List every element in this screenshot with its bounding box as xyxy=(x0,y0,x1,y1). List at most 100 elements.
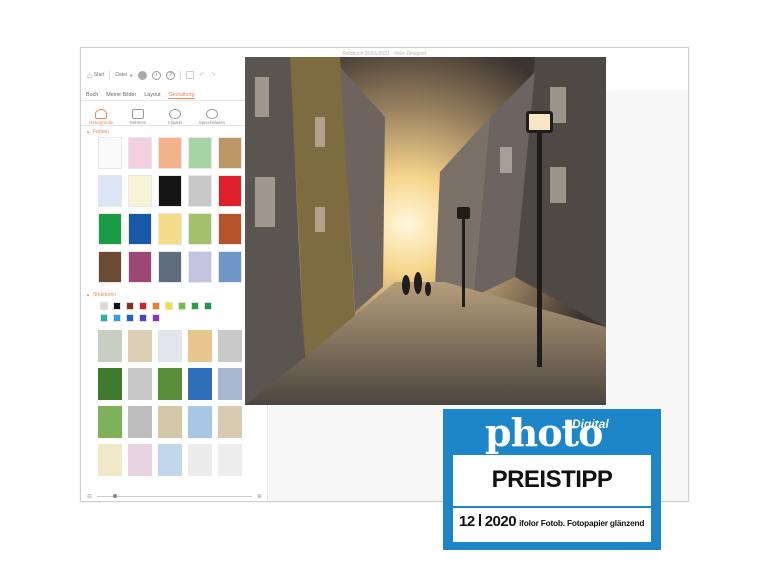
texture-swatch[interactable] xyxy=(128,444,152,476)
color-swatch[interactable] xyxy=(188,213,212,245)
page-icon[interactable] xyxy=(186,71,195,79)
badge-divider xyxy=(453,506,651,508)
pattern-color-dot[interactable] xyxy=(126,314,134,322)
tab-gestaltung[interactable]: Gestaltung xyxy=(168,92,195,99)
texture-swatch[interactable] xyxy=(128,330,152,362)
tab-buch[interactable]: Buch xyxy=(86,92,98,98)
color-swatch[interactable] xyxy=(158,251,182,283)
color-swatch[interactable] xyxy=(128,213,152,245)
texture-swatch[interactable] xyxy=(158,368,182,400)
pattern-color-dot[interactable] xyxy=(113,302,121,310)
tool-frames[interactable]: Rahmen xyxy=(124,109,152,125)
pattern-color-dot[interactable] xyxy=(100,314,108,322)
texture-swatch[interactable] xyxy=(98,406,122,438)
tool-label: Cliparts xyxy=(167,120,183,125)
color-swatch[interactable] xyxy=(128,137,152,169)
badge-issue-number: 12 xyxy=(459,513,475,530)
chevron-down-icon: ▲ xyxy=(86,129,90,134)
texture-swatch[interactable] xyxy=(158,444,182,476)
pattern-color-row xyxy=(81,312,267,324)
color-swatch[interactable] xyxy=(218,175,242,207)
tool-backgrounds[interactable]: Hintergründe xyxy=(87,109,115,125)
save-icon[interactable] xyxy=(138,70,148,80)
structures-section-label: Strukturen xyxy=(92,291,117,298)
texture-grid xyxy=(81,330,267,476)
color-swatch[interactable] xyxy=(158,137,182,169)
texture-swatch[interactable] xyxy=(158,406,182,438)
color-swatch[interactable] xyxy=(188,251,212,283)
color-swatch[interactable] xyxy=(98,175,122,207)
speech-bubble-icon xyxy=(206,109,218,119)
zoom-out-icon[interactable]: ⊖ xyxy=(87,493,92,500)
color-swatch[interactable] xyxy=(218,251,242,283)
texture-swatch[interactable] xyxy=(218,330,242,362)
texture-swatch[interactable] xyxy=(188,330,212,362)
design-tools: Hintergründe Rahmen Cliparts Sprechblase… xyxy=(81,101,267,126)
chevron-down-icon: ▼ xyxy=(129,72,134,78)
clipart-icon xyxy=(169,109,181,119)
pattern-color-dot[interactable] xyxy=(191,302,199,310)
color-swatch[interactable] xyxy=(218,137,242,169)
color-swatch[interactable] xyxy=(128,175,152,207)
color-swatch[interactable] xyxy=(98,137,122,169)
tool-speech-bubbles[interactable]: Sprechblasen xyxy=(198,109,226,125)
color-swatch[interactable] xyxy=(188,175,212,207)
redo-icon[interactable]: ↷ xyxy=(210,71,216,79)
pattern-color-dot[interactable] xyxy=(204,302,212,310)
badge-product-name: ifolor Fotob. Fotopapier glänzend xyxy=(519,518,645,528)
frame-icon xyxy=(132,109,144,119)
pattern-color-dot[interactable] xyxy=(178,302,186,310)
toolbar-divider xyxy=(109,70,111,80)
file-label: Datei xyxy=(115,72,128,78)
toolbar-divider xyxy=(180,70,182,80)
zoom-slider-knob[interactable] xyxy=(113,493,118,498)
pattern-color-dot[interactable] xyxy=(152,302,160,310)
tab-meine-bilder[interactable]: Meine Bilder xyxy=(106,92,136,98)
texture-swatch[interactable] xyxy=(128,368,152,400)
colors-section-header[interactable]: ▲ Farben xyxy=(81,126,267,137)
pattern-color-dot[interactable] xyxy=(139,302,147,310)
texture-swatch[interactable] xyxy=(158,330,182,362)
zoom-bar: ⊖ ⊕ xyxy=(81,489,268,501)
zoom-slider[interactable] xyxy=(97,493,252,498)
sidebar-tabs: Buch Meine Bilder Layout Gestaltung xyxy=(81,90,267,101)
texture-swatch[interactable] xyxy=(98,444,122,476)
color-swatch-grid xyxy=(81,137,267,283)
tool-label: Rahmen xyxy=(129,120,147,125)
pattern-color-dot[interactable] xyxy=(100,302,108,310)
structures-section-header[interactable]: ▲ Strukturen xyxy=(81,289,267,300)
texture-swatch[interactable] xyxy=(218,368,242,400)
texture-swatch[interactable] xyxy=(188,406,212,438)
zoom-in-icon[interactable]: ⊕ xyxy=(257,493,262,500)
pattern-color-dot[interactable] xyxy=(126,302,134,310)
screenshot-stage: Fotobuch 20/01/2021 - ifolor Designer ⌂ … xyxy=(0,0,770,577)
pattern-color-dot[interactable] xyxy=(139,314,147,322)
street-photo[interactable] xyxy=(245,57,606,405)
texture-swatch[interactable] xyxy=(188,368,212,400)
color-swatch[interactable] xyxy=(98,251,122,283)
pattern-color-dot[interactable] xyxy=(113,314,121,322)
pattern-color-dot[interactable] xyxy=(165,302,173,310)
texture-swatch[interactable] xyxy=(218,406,242,438)
colors-section-label: Farben xyxy=(92,128,109,135)
texture-swatch[interactable] xyxy=(188,444,212,476)
pattern-color-dot[interactable] xyxy=(152,314,160,322)
color-swatch[interactable] xyxy=(218,213,242,245)
texture-swatch[interactable] xyxy=(218,444,242,476)
undo-icon[interactable]: ↶ xyxy=(199,71,205,79)
texture-swatch[interactable] xyxy=(98,368,122,400)
tool-cliparts[interactable]: Cliparts xyxy=(161,109,189,125)
texture-swatch[interactable] xyxy=(128,406,152,438)
info-icon[interactable]: i xyxy=(152,70,162,80)
color-swatch[interactable] xyxy=(158,175,182,207)
color-swatch[interactable] xyxy=(128,251,152,283)
texture-swatch[interactable] xyxy=(98,330,122,362)
badge-separator xyxy=(478,514,481,526)
tab-layout[interactable]: Layout xyxy=(144,92,160,98)
file-menu[interactable]: Datei ▼ xyxy=(115,72,133,78)
help-icon[interactable]: ? xyxy=(166,70,176,80)
start-button[interactable]: ⌂ Start xyxy=(87,71,104,80)
color-swatch[interactable] xyxy=(98,213,122,245)
color-swatch[interactable] xyxy=(158,213,182,245)
color-swatch[interactable] xyxy=(188,137,212,169)
